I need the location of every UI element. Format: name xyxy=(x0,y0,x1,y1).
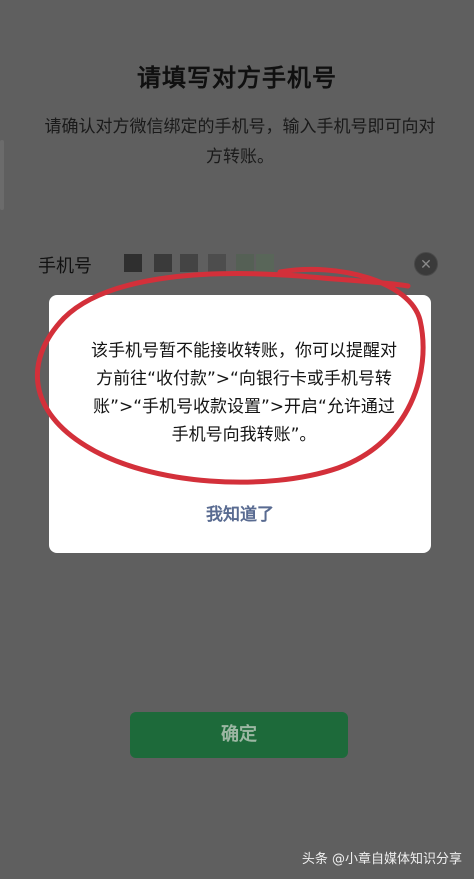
mask-block xyxy=(154,254,172,272)
phone-label: 手机号 xyxy=(38,256,92,277)
page-title: 请填写对方手机号 xyxy=(137,64,337,92)
phone-input-row[interactable]: 手机号 ✕ xyxy=(38,250,438,280)
left-edge-indicator xyxy=(0,140,4,210)
mask-block xyxy=(256,254,274,272)
dialog-message: 该手机号暂不能接收转账，你可以提醒对方前往“收付款”>“向银行卡或手机号转账”>… xyxy=(91,341,397,445)
mask-block xyxy=(180,254,198,272)
mask-block xyxy=(236,254,254,272)
acknowledge-button[interactable]: 我知道了 xyxy=(49,500,431,525)
mask-block xyxy=(208,254,226,272)
clear-icon[interactable]: ✕ xyxy=(414,252,438,276)
watermark: 头条 @小章自媒体知识分享 xyxy=(301,852,462,867)
alert-dialog: 该手机号暂不能接收转账，你可以提醒对方前往“收付款”>“向银行卡或手机号转账”>… xyxy=(49,295,431,553)
phone-input-masked-value[interactable] xyxy=(124,252,274,274)
confirm-button[interactable]: 确定 xyxy=(130,712,348,758)
transfer-to-phone-page: 请填写对方手机号 请确认对方微信绑定的手机号，输入手机号即可向对方转账。 手机号… xyxy=(0,0,474,879)
mask-block xyxy=(124,254,142,272)
page-description: 请确认对方微信绑定的手机号，输入手机号即可向对方转账。 xyxy=(44,117,436,167)
